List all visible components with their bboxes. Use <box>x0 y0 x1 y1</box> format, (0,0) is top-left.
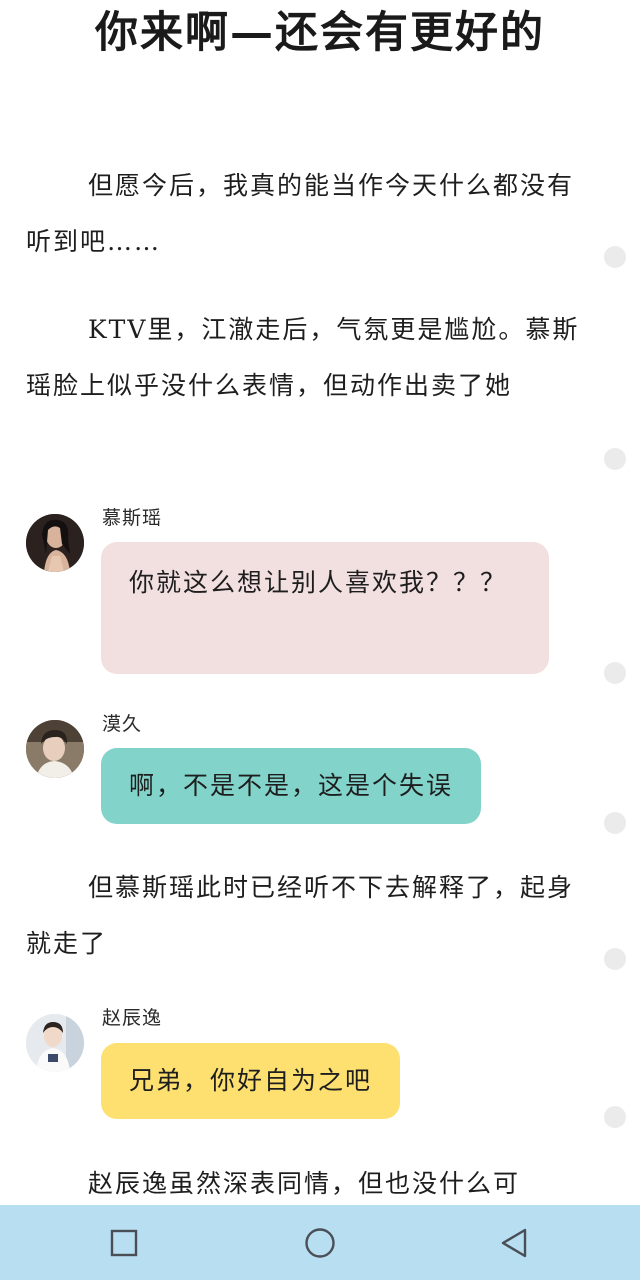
progress-dot <box>604 948 626 970</box>
progress-dot <box>604 812 626 834</box>
chat-bubble: 你就这么想让别人喜欢我？？？ <box>101 542 549 674</box>
speaker-name: 赵辰逸 <box>102 1007 163 1029</box>
chat-bubble: 兄弟，你好自为之吧 <box>101 1043 401 1119</box>
progress-dot <box>604 448 626 470</box>
speaker-name: 漠久 <box>102 713 143 735</box>
system-navigation-bar <box>0 1205 640 1280</box>
progress-dot <box>604 1106 626 1128</box>
back-icon[interactable] <box>474 1205 554 1280</box>
paragraph-1: 但愿今后，我真的能当作今天什么都没有听到吧…… <box>26 171 575 256</box>
paragraph-3: 但慕斯瑶此时已经听不下去解释了，起身就走了 <box>26 873 575 958</box>
avatar-girl-icon[interactable] <box>26 514 84 572</box>
speaker-name: 慕斯瑶 <box>102 507 163 529</box>
paragraph-2: KTV里，江澈走后，气氛更是尴尬。慕斯瑶脸上似乎没什么表情，但动作出卖了她 <box>26 315 580 400</box>
paragraph-4: 赵辰逸虽然深表同情，但也没什么可 <box>88 1169 521 1198</box>
chapter-title: 你来啊—还会有更好的 <box>95 8 545 58</box>
recent-apps-icon[interactable] <box>84 1205 164 1280</box>
home-icon[interactable] <box>280 1205 360 1280</box>
avatar-boy-icon[interactable] <box>26 720 84 778</box>
avatar-boy-white-shirt-icon[interactable] <box>26 1014 84 1072</box>
progress-dot <box>604 662 626 684</box>
chat-bubble: 啊，不是不是，这是个失误 <box>101 748 482 824</box>
progress-dot <box>604 246 626 268</box>
